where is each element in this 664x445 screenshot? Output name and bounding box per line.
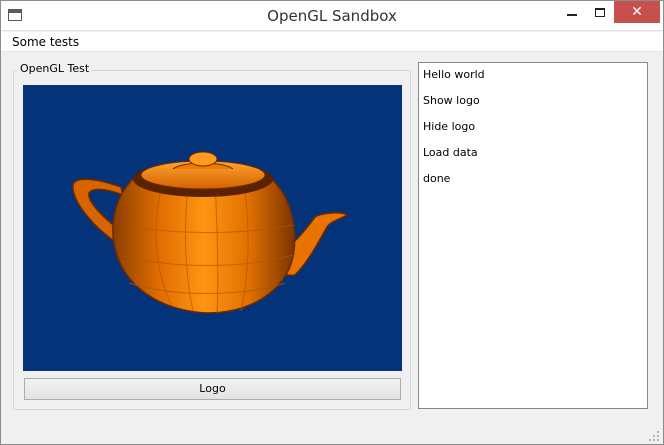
list-item[interactable]: Hello world	[423, 68, 485, 84]
resize-grip-icon[interactable]	[649, 431, 659, 441]
close-button[interactable]: ✕	[614, 1, 660, 23]
menu-some-tests[interactable]: Some tests	[12, 35, 79, 49]
groupbox-title: OpenGL Test	[17, 62, 93, 75]
list-item[interactable]: Show logo	[423, 94, 480, 110]
logo-button[interactable]: Logo	[24, 378, 401, 400]
list-item[interactable]: done	[423, 172, 450, 188]
menu-bar: Some tests	[1, 32, 663, 52]
list-item[interactable]: Load data	[423, 146, 478, 162]
title-bar[interactable]: OpenGL Sandbox ✕	[1, 1, 663, 31]
teapot-render	[72, 151, 349, 314]
teapot-knob	[188, 151, 218, 167]
maximize-button[interactable]	[587, 1, 613, 23]
maximize-icon	[595, 7, 605, 17]
minimize-icon	[567, 14, 577, 16]
main-window: OpenGL Sandbox ✕ Some tests OpenGL Test	[0, 0, 664, 445]
minimize-button[interactable]	[558, 1, 586, 23]
opengl-viewport[interactable]	[23, 85, 402, 371]
close-icon: ✕	[631, 4, 643, 20]
log-list[interactable]: Hello world Show logo Hide logo Load dat…	[418, 62, 648, 409]
teapot-body	[112, 176, 296, 314]
list-item[interactable]: Hide logo	[423, 120, 475, 136]
